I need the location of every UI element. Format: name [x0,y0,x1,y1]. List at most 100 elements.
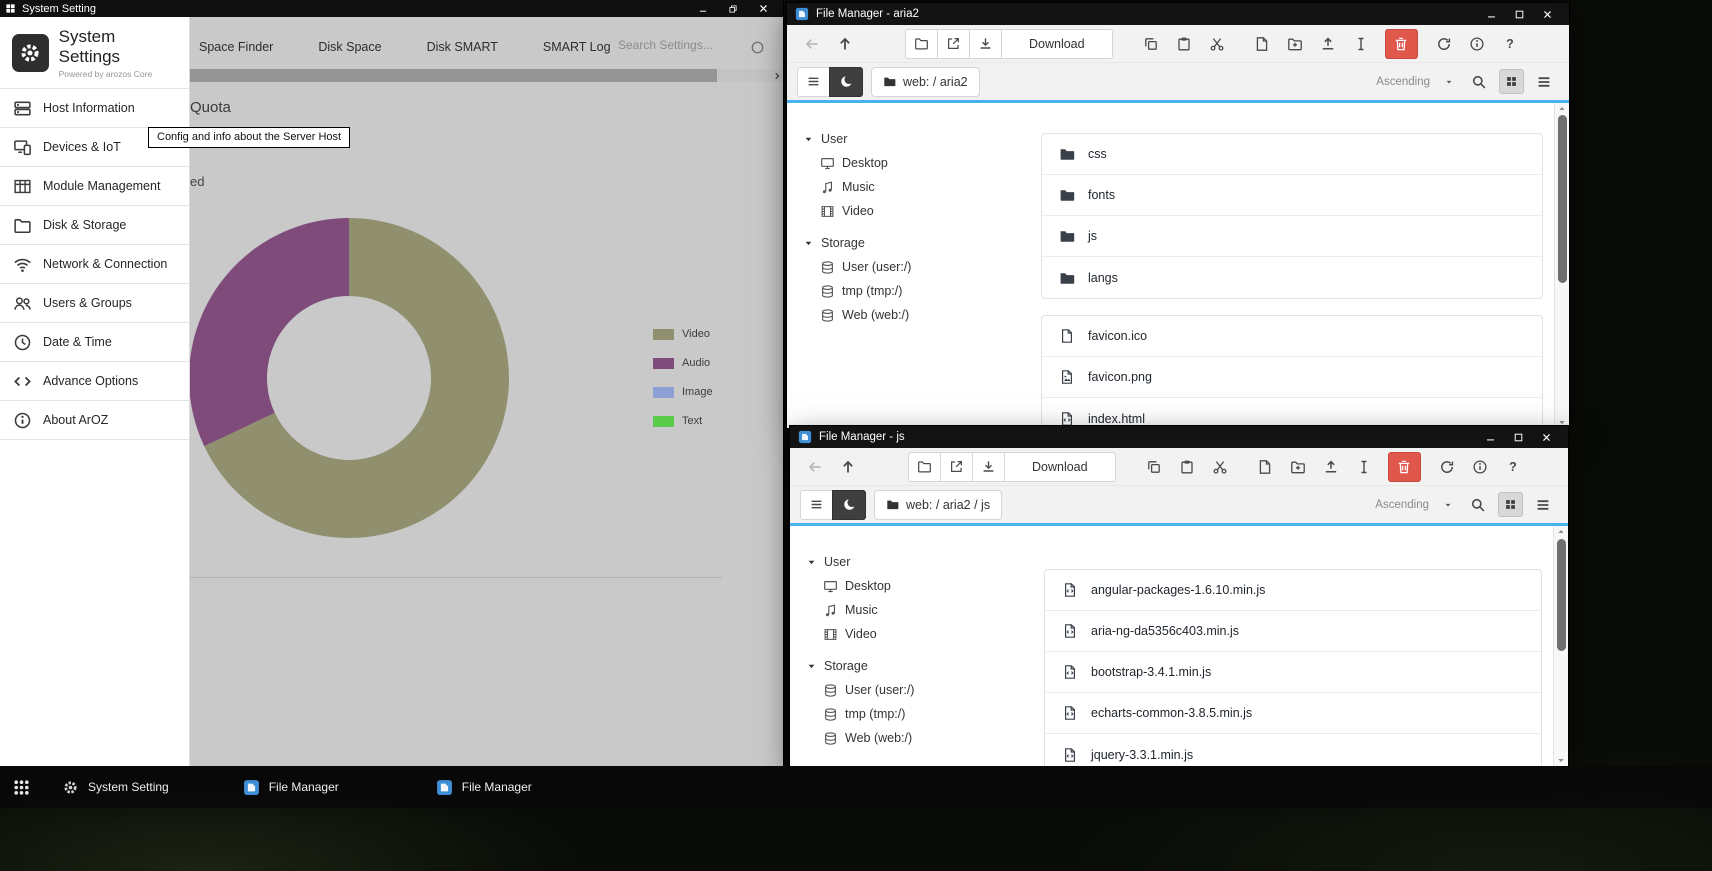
path-breadcrumb[interactable]: web: / aria2 [871,67,980,97]
tree-row[interactable]: Web (web:/) [806,726,1034,750]
file-row[interactable]: css [1042,134,1542,175]
refresh-button[interactable] [1432,452,1462,482]
back-button[interactable] [800,452,830,482]
tab[interactable]: SMART Log [543,40,611,54]
upload-button[interactable] [1313,29,1343,59]
file-row[interactable]: aria-ng-da5356c403.min.js [1045,611,1541,652]
close-button[interactable] [1533,3,1561,25]
info-button[interactable] [1462,29,1492,59]
delete-button[interactable] [1385,29,1418,59]
rename-button[interactable] [1346,29,1376,59]
download-button[interactable]: Download [1004,452,1116,482]
file-row[interactable]: favicon.png [1042,357,1542,398]
file-row[interactable]: favicon.ico [1042,316,1542,357]
sort-dropdown[interactable]: Ascending [1376,76,1454,88]
file-row[interactable]: jquery-3.3.1.min.js [1045,734,1541,766]
scrollbar-thumb[interactable] [1557,539,1566,651]
search-button[interactable] [1463,490,1493,520]
app-launcher-button[interactable] [8,774,34,800]
copy-button[interactable] [1139,452,1169,482]
paste-button[interactable] [1172,452,1202,482]
refresh-button[interactable] [1429,29,1459,59]
maximize-button[interactable] [1504,426,1532,448]
titlebar[interactable]: File Manager - js [790,426,1568,448]
download-icon-button[interactable] [972,452,1005,482]
sidebar-item[interactable]: About ArOZ [0,401,189,440]
titlebar[interactable]: System Setting [0,0,783,17]
taskbar-item[interactable]: System Setting [62,779,169,796]
list-view-button[interactable] [1529,67,1559,97]
grid-view-button[interactable] [1499,69,1524,94]
sidebar-item[interactable]: Host Information [0,89,189,128]
minimize-button[interactable] [1477,3,1505,25]
tree-row[interactable]: tmp (tmp:/) [803,279,1031,303]
maximize-button[interactable] [1505,3,1533,25]
tree-row[interactable]: Video [803,199,1031,223]
scrollbar-thumb[interactable] [190,69,717,82]
tree-row[interactable]: User [803,127,1031,151]
tree-row[interactable]: Desktop [806,574,1034,598]
menu-button[interactable] [800,490,833,520]
dark-mode-toggle[interactable] [832,490,866,520]
tree-row[interactable]: User (user:/) [803,255,1031,279]
menu-button[interactable] [797,67,830,97]
download-button[interactable]: Download [1001,29,1113,59]
download-icon-button[interactable] [969,29,1002,59]
tree-row[interactable]: tmp (tmp:/) [806,702,1034,726]
scrollbar-thumb[interactable] [1558,115,1567,283]
new-file-button[interactable] [1247,29,1277,59]
rename-button[interactable] [1349,452,1379,482]
tree-row[interactable]: Music [803,175,1031,199]
file-row[interactable]: echarts-common-3.8.5.min.js [1045,693,1541,734]
cut-button[interactable] [1205,452,1235,482]
copy-button[interactable] [1136,29,1166,59]
new-folder-button[interactable] [1280,29,1310,59]
close-button[interactable] [1532,426,1560,448]
minimize-button[interactable] [1476,426,1504,448]
search-button[interactable] [1464,67,1494,97]
new-folder-button[interactable] [1283,452,1313,482]
tree-row[interactable]: Storage [806,654,1034,678]
sidebar-item[interactable]: Module Management [0,167,189,206]
help-button[interactable]: ? [1495,29,1525,59]
sidebar-item[interactable]: Users & Groups [0,284,189,323]
minimize-button[interactable] [688,0,718,17]
taskbar-item[interactable]: File Manager [436,779,532,796]
info-button[interactable] [1465,452,1495,482]
close-button[interactable] [748,0,778,17]
file-row[interactable]: langs [1042,257,1542,298]
help-button[interactable]: ? [1498,452,1528,482]
paste-button[interactable] [1169,29,1199,59]
open-in-new-button[interactable] [937,29,970,59]
restore-button[interactable] [718,0,748,17]
scrollbar[interactable] [1554,103,1569,428]
new-file-button[interactable] [1250,452,1280,482]
tabs-scrollbar[interactable] [190,69,770,82]
up-button[interactable] [833,452,863,482]
titlebar[interactable]: File Manager - aria2 [787,3,1569,25]
grid-view-button[interactable] [1498,492,1523,517]
path-breadcrumb[interactable]: web: / aria2 / js [874,490,1002,520]
tree-row[interactable]: Video [806,622,1034,646]
file-row[interactable]: angular-packages-1.6.10.min.js [1045,570,1541,611]
tab[interactable]: Space Finder [199,40,273,54]
open-button[interactable] [908,452,941,482]
scrollbar[interactable] [1553,526,1568,766]
back-button[interactable] [797,29,827,59]
file-row[interactable]: index.html [1042,398,1542,428]
open-in-new-button[interactable] [940,452,973,482]
delete-button[interactable] [1388,452,1421,482]
file-row[interactable]: js [1042,216,1542,257]
sidebar-item[interactable]: Date & Time [0,323,189,362]
upload-button[interactable] [1316,452,1346,482]
tree-row[interactable]: User [806,550,1034,574]
tree-row[interactable]: Music [806,598,1034,622]
up-button[interactable] [830,29,860,59]
sidebar-item[interactable]: Disk & Storage [0,206,189,245]
taskbar-item[interactable]: File Manager [243,779,339,796]
file-row[interactable]: fonts [1042,175,1542,216]
dark-mode-toggle[interactable] [829,67,863,97]
file-row[interactable]: bootstrap-3.4.1.min.js [1045,652,1541,693]
tree-row[interactable]: User (user:/) [806,678,1034,702]
tree-row[interactable]: Web (web:/) [803,303,1031,327]
